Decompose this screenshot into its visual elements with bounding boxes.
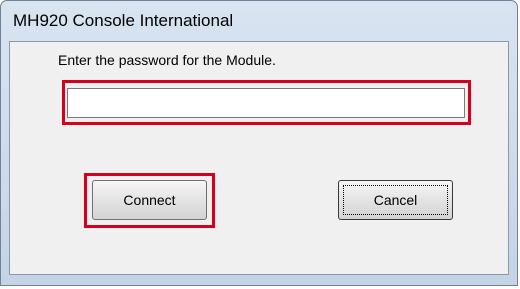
dialog-window: MH920 Console International (0, 0, 518, 286)
title-bar[interactable]: MH920 Console International (1, 1, 517, 41)
window-title: MH920 Console International (13, 11, 234, 30)
password-input[interactable] (67, 88, 465, 118)
connect-button-label: Connect (123, 192, 176, 208)
connect-button[interactable]: Connect (92, 180, 207, 220)
password-prompt: Enter the password for the Module. (58, 52, 276, 68)
cancel-button-label: Cancel (373, 192, 418, 208)
cancel-button[interactable]: Cancel (338, 180, 453, 220)
dialog-client-area (9, 41, 509, 275)
